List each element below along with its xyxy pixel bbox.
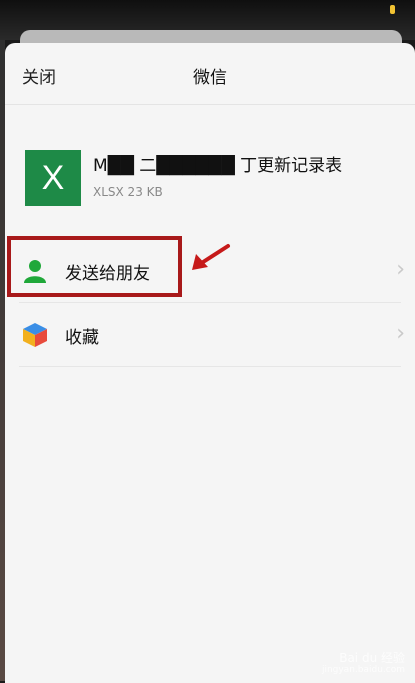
file-card: X M██ 二██████ 丁更新记录表 XLSX 23 KB [5,105,415,235]
share-sheet: 关闭 微信 X M██ 二██████ 丁更新记录表 XLSX 23 KB 发送… [5,43,415,683]
cube-favorite-icon [23,323,47,347]
watermark-brand: Bai du 经验 [339,650,405,665]
annotation-arrow-icon [192,244,230,270]
favorite-row[interactable]: 收藏 › [5,303,415,367]
file-meta: XLSX 23 KB [93,185,163,199]
excel-file-icon: X [25,150,81,206]
page-title: 微信 [193,68,227,88]
favorite-label: 收藏 [65,328,99,348]
sheet-header: 关闭 微信 [5,43,415,105]
watermark-url: jingyan.baidu.com [321,665,405,676]
divider [19,366,401,367]
file-name: M██ 二██████ 丁更新记录表 [93,156,343,176]
watermark: Bai du 经验 jingyan.baidu.com [322,651,405,676]
annotation-highlight-box [7,236,182,297]
chevron-right-icon: › [396,321,405,346]
battery-icon [390,5,395,14]
chevron-right-icon: › [396,257,405,282]
